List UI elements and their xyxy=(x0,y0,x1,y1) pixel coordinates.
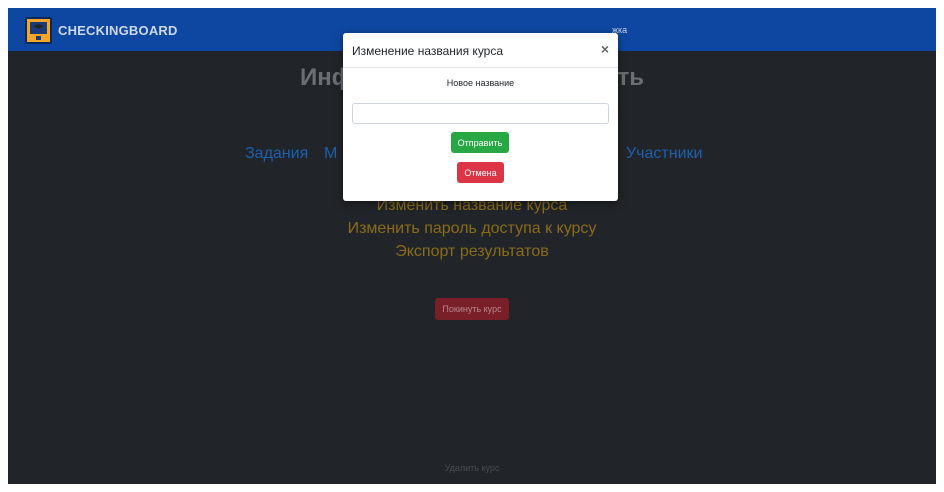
tab-partial[interactable]: М xyxy=(324,145,337,163)
logo-icon xyxy=(25,17,52,44)
brand-name: CHECKINGBOARD xyxy=(58,23,178,38)
rename-course-modal: Изменение названия курса × Новое названи… xyxy=(343,33,618,201)
brand[interactable]: CHECKINGBOARD xyxy=(25,17,178,44)
cancel-button[interactable]: Отмена xyxy=(457,162,504,183)
tab-participants[interactable]: Участники xyxy=(626,145,702,163)
delete-course-link[interactable]: Удалить курс xyxy=(8,463,936,473)
app-frame: CHECKINGBOARD жка Инфость Задания М Учас… xyxy=(8,8,936,484)
modal-header: Изменение названия курса × xyxy=(343,33,618,68)
new-name-input[interactable] xyxy=(352,103,609,124)
modal-title: Изменение названия курса xyxy=(352,44,504,58)
close-icon[interactable]: × xyxy=(601,41,609,57)
export-results-link[interactable]: Экспорт результатов xyxy=(8,240,936,263)
new-name-label: Новое название xyxy=(446,78,515,88)
change-password-link[interactable]: Изменить пароль доступа к курсу xyxy=(8,217,936,240)
submit-button[interactable]: Отправить xyxy=(451,132,509,153)
settings-links: Изменить название курса Изменить пароль … xyxy=(8,194,936,263)
leave-course-button[interactable]: Покинуть курс xyxy=(435,298,509,320)
tab-tasks[interactable]: Задания xyxy=(245,145,308,163)
